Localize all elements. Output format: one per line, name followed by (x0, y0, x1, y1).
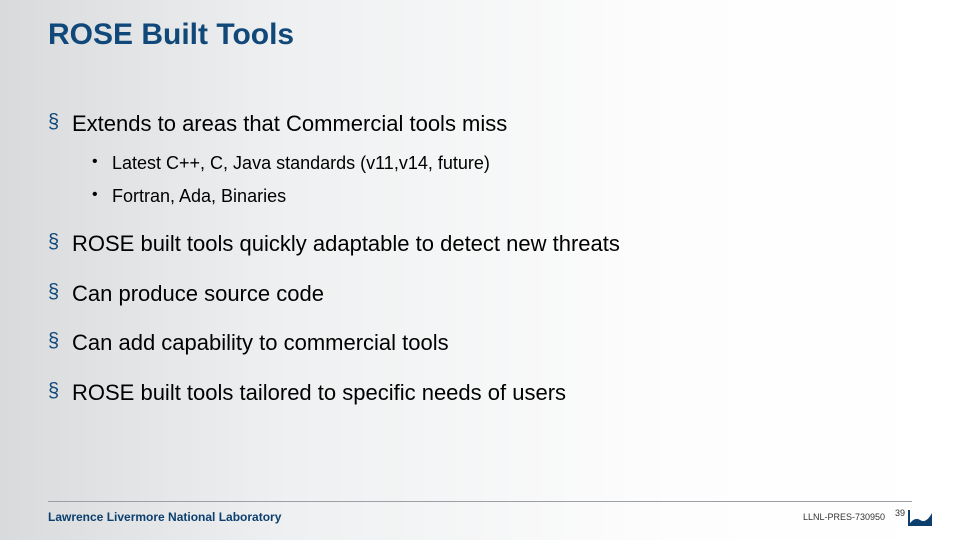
sub-bullet-item: Fortran, Ada, Binaries (72, 185, 912, 208)
bullet-text: Can produce source code (72, 281, 324, 306)
slide-content: Extends to areas that Commercial tools m… (48, 110, 912, 428)
sub-bullet-list: Latest C++, C, Java standards (v11,v14, … (72, 152, 912, 209)
bullet-item: Can add capability to commercial tools (48, 329, 912, 357)
footer-page-number: 39 (895, 508, 905, 518)
footer-org: Lawrence Livermore National Laboratory (48, 510, 281, 524)
bullet-item: Can produce source code (48, 280, 912, 308)
sub-bullet-item: Latest C++, C, Java standards (v11,v14, … (72, 152, 912, 175)
bullet-item: Extends to areas that Commercial tools m… (48, 110, 912, 208)
bullet-text: ROSE built tools tailored to specific ne… (72, 380, 566, 405)
footer-divider (48, 501, 912, 502)
slide-title: ROSE Built Tools (48, 18, 294, 52)
llnl-logo-icon (908, 510, 932, 526)
bullet-item: ROSE built tools quickly adaptable to de… (48, 230, 912, 258)
bullet-text: ROSE built tools quickly adaptable to de… (72, 231, 620, 256)
bullet-text: Can add capability to commercial tools (72, 330, 449, 355)
main-bullet-list: Extends to areas that Commercial tools m… (48, 110, 912, 406)
bullet-item: ROSE built tools tailored to specific ne… (48, 379, 912, 407)
bullet-text: Extends to areas that Commercial tools m… (72, 111, 507, 136)
footer-docid: LLNL-PRES-730950 (803, 512, 885, 522)
